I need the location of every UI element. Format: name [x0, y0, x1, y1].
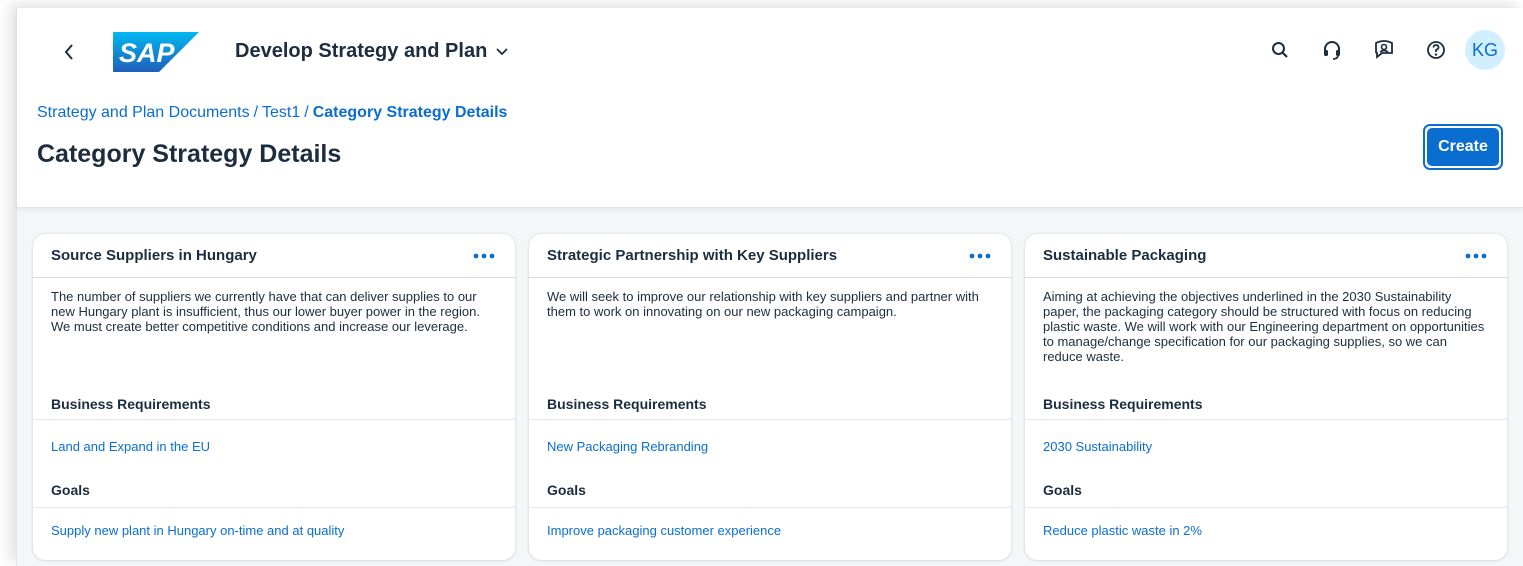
app-title: Develop Strategy and Plan [235, 40, 488, 62]
goals-label: Goals [33, 472, 515, 508]
business-requirement-link[interactable]: New Packaging Rebranding [529, 420, 1011, 472]
card-description: The number of suppliers we currently hav… [51, 289, 480, 334]
create-button[interactable]: Create [1423, 124, 1503, 170]
more-icon [473, 253, 495, 258]
breadcrumb-separator: / [304, 104, 309, 121]
search-button[interactable] [1259, 32, 1301, 68]
shell-actions: KG [1249, 30, 1505, 70]
header: SAP Develop Strategy and Plan KG Strateg… [17, 8, 1523, 208]
more-icon [1465, 253, 1487, 258]
goal-link[interactable]: Reduce plastic waste in 2% [1025, 508, 1507, 552]
app-frame: SAP Develop Strategy and Plan KG Strateg… [16, 8, 1523, 566]
card-header: Sustainable Packaging [1025, 234, 1507, 278]
card-header: Strategic Partnership with Key Suppliers [529, 234, 1011, 278]
chat-assistant-icon [1375, 40, 1393, 59]
business-requirements-label: Business Requirements [529, 388, 1011, 420]
breadcrumb-link[interactable]: Strategy and Plan Documents [37, 104, 250, 121]
help-icon [1427, 41, 1445, 59]
chevron-down-icon [496, 47, 508, 55]
strategy-card: Source Suppliers in Hungary The number o… [33, 234, 515, 560]
more-options-button[interactable] [471, 246, 497, 266]
business-requirement-link[interactable]: 2030 Sustainability [1025, 420, 1507, 472]
breadcrumb: Strategy and Plan Documents / Test1/Catego… [37, 104, 507, 122]
business-requirements-label: Business Requirements [33, 388, 515, 420]
app-title-menu[interactable]: Develop Strategy and Plan [235, 40, 509, 63]
help-button[interactable] [1415, 32, 1457, 68]
more-options-button[interactable] [967, 246, 993, 266]
more-icon [969, 253, 991, 258]
goal-link[interactable]: Supply new plant in Hungary on-time and … [33, 508, 515, 552]
card-title: Sustainable Packaging [1043, 247, 1207, 264]
create-button-label: Create [1427, 128, 1499, 166]
back-button[interactable] [55, 36, 83, 68]
shell-bar: SAP Develop Strategy and Plan KG [17, 8, 1523, 90]
breadcrumb-separator: / [253, 104, 259, 121]
card-title: Source Suppliers in Hungary [51, 247, 257, 264]
goals-label: Goals [1025, 472, 1507, 508]
joule-button[interactable] [1363, 32, 1405, 68]
card-description: Aiming at achieving the objectives under… [1043, 289, 1485, 364]
sap-logo[interactable]: SAP [113, 32, 199, 72]
breadcrumb-current: Category Strategy Details [312, 104, 508, 121]
user-avatar[interactable]: KG [1465, 30, 1505, 70]
chevron-left-icon [64, 44, 73, 60]
business-requirements-label: Business Requirements [1025, 388, 1507, 420]
strategy-cards: Source Suppliers in Hungary The number o… [33, 234, 1507, 560]
strategy-card: Sustainable Packaging Aiming at achievin… [1025, 234, 1507, 560]
goal-link[interactable]: Improve packaging customer experience [529, 508, 1011, 552]
strategy-card: Strategic Partnership with Key Suppliers… [529, 234, 1011, 560]
card-description: We will seek to improve our relationship… [547, 289, 979, 319]
goals-label: Goals [529, 472, 1011, 508]
more-options-button[interactable] [1463, 246, 1489, 266]
headset-icon [1324, 41, 1340, 60]
page-title: Category Strategy Details [37, 140, 342, 168]
support-button[interactable] [1311, 32, 1353, 68]
svg-text:SAP: SAP [119, 38, 176, 68]
search-icon [1272, 42, 1288, 58]
card-header: Source Suppliers in Hungary [33, 234, 515, 278]
business-requirement-link[interactable]: Land and Expand in the EU [33, 420, 515, 472]
breadcrumb-link[interactable]: Test1 [262, 104, 300, 121]
card-title: Strategic Partnership with Key Suppliers [547, 247, 838, 264]
